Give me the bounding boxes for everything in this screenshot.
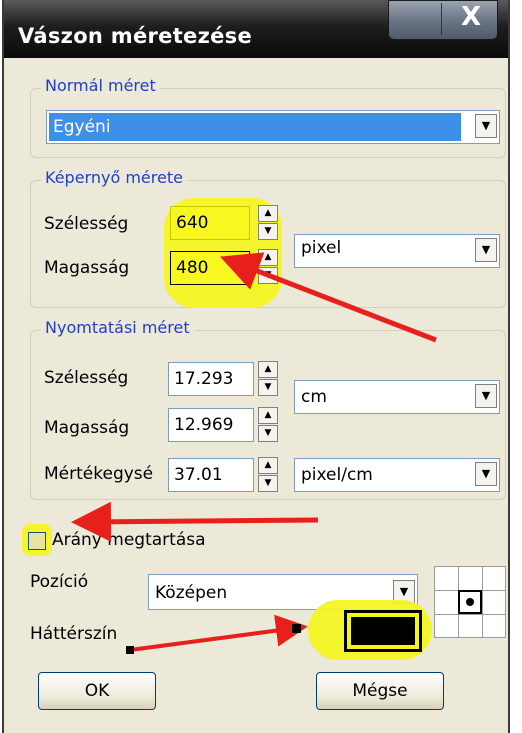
position-value: Középen bbox=[155, 583, 228, 603]
chevron-down-icon[interactable]: ▼ bbox=[475, 384, 497, 408]
background-color-swatch[interactable] bbox=[344, 610, 422, 652]
spin-down-icon[interactable]: ▼ bbox=[258, 267, 278, 284]
normal-size-selection bbox=[49, 113, 461, 141]
anchor-dot-icon bbox=[466, 598, 474, 606]
normal-size-legend: Normál méret bbox=[41, 76, 160, 95]
spin-up-icon[interactable]: ▲ bbox=[258, 249, 278, 266]
resolution-label: Mértékegysé bbox=[44, 464, 154, 484]
spin-down-icon[interactable]: ▼ bbox=[258, 223, 278, 240]
background-color-label: Háttérszín bbox=[30, 624, 118, 644]
resolution-input[interactable]: 37.01 bbox=[168, 458, 254, 492]
screen-unit-value: pixel bbox=[301, 238, 342, 258]
print-size-legend: Nyomtatási méret bbox=[41, 318, 194, 337]
anchor-center-cell[interactable] bbox=[458, 590, 482, 614]
spin-up-icon[interactable]: ▲ bbox=[258, 361, 278, 378]
canvas-size-dialog: Vászon méretezése X Normál méret Egyéni … bbox=[2, 0, 510, 733]
print-width-spinner[interactable]: ▲ ▼ bbox=[258, 361, 278, 397]
normal-size-dropdown[interactable]: Egyéni ▼ bbox=[46, 110, 500, 144]
normal-size-value: Egyéni bbox=[53, 117, 111, 137]
spin-down-icon[interactable]: ▼ bbox=[258, 425, 278, 442]
print-height-spinner[interactable]: ▲ ▼ bbox=[258, 407, 278, 443]
resolution-unit-dropdown[interactable]: pixel/cm ▼ bbox=[294, 458, 500, 492]
screen-size-legend: Képernyő mérete bbox=[41, 168, 187, 187]
print-width-input[interactable]: 17.293 bbox=[168, 362, 254, 396]
print-width-label: Szélesség bbox=[44, 368, 129, 388]
spin-down-icon[interactable]: ▼ bbox=[258, 379, 278, 396]
keep-ratio-label: Arány megtartása bbox=[52, 530, 206, 550]
dialog-title: Vászon méretezése bbox=[18, 24, 252, 48]
close-icon: X bbox=[461, 2, 482, 32]
print-height-input[interactable]: 12.969 bbox=[168, 408, 254, 442]
ok-button[interactable]: OK bbox=[38, 672, 156, 710]
spin-up-icon[interactable]: ▲ bbox=[258, 457, 278, 474]
anchor-grid[interactable] bbox=[434, 566, 506, 638]
background-color-fill bbox=[351, 617, 415, 645]
print-unit-dropdown[interactable]: cm ▼ bbox=[294, 380, 500, 414]
chevron-down-icon[interactable]: ▼ bbox=[475, 114, 497, 138]
spin-up-icon[interactable]: ▲ bbox=[258, 407, 278, 424]
print-height-label: Magasság bbox=[44, 418, 130, 438]
position-label: Pozíció bbox=[30, 572, 89, 592]
title-bar[interactable]: Vászon méretezése X bbox=[4, 0, 508, 58]
screen-height-label: Magasság bbox=[44, 258, 130, 278]
screen-height-spinner[interactable]: ▲ ▼ bbox=[258, 249, 278, 285]
spin-down-icon[interactable]: ▼ bbox=[258, 475, 278, 492]
close-button[interactable]: X bbox=[388, 0, 498, 40]
resolution-spinner[interactable]: ▲ ▼ bbox=[258, 457, 278, 493]
cancel-button[interactable]: Mégse bbox=[316, 672, 444, 710]
print-unit-value: cm bbox=[301, 387, 327, 407]
title-button-group bbox=[391, 3, 442, 35]
spin-up-icon[interactable]: ▲ bbox=[258, 205, 278, 222]
chevron-down-icon[interactable]: ▼ bbox=[475, 462, 497, 486]
resolution-unit-value: pixel/cm bbox=[301, 465, 373, 485]
keep-ratio-checkbox[interactable] bbox=[28, 532, 46, 550]
screen-unit-dropdown[interactable]: pixel ▼ bbox=[294, 234, 500, 268]
screen-height-input[interactable]: 480 bbox=[170, 251, 250, 285]
chevron-down-icon[interactable]: ▼ bbox=[475, 238, 497, 262]
screen-width-label: Szélesség bbox=[44, 214, 129, 234]
screen-width-spinner[interactable]: ▲ ▼ bbox=[258, 205, 278, 241]
screen-width-input[interactable]: 640 bbox=[170, 206, 250, 240]
